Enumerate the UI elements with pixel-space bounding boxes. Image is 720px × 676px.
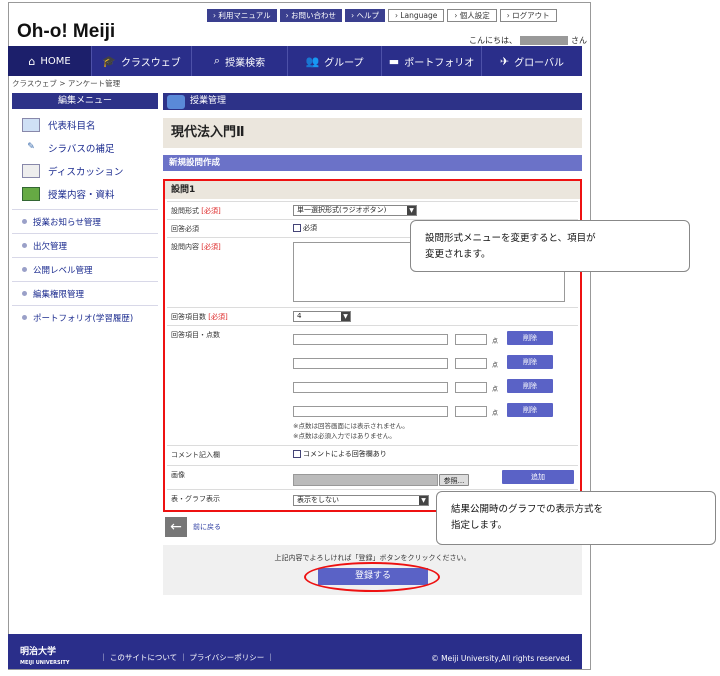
sidebar-item-syllabus[interactable]: ✎ シラバスの補足 (12, 136, 158, 159)
bullet-icon (22, 291, 27, 296)
settings-link[interactable]: › 個人設定 (447, 9, 497, 22)
image-row: 画像 参照... 追加 (167, 465, 578, 489)
username-redacted (520, 36, 568, 45)
group-icon: 👥 (305, 54, 320, 68)
nav-home[interactable]: ⌂ HOME (8, 46, 92, 76)
chevron-down-icon: ▼ (407, 206, 416, 215)
language-link[interactable]: › Language (387, 9, 445, 22)
back-link[interactable]: ← 前に戻る (165, 517, 221, 537)
comment-checkbox[interactable] (293, 450, 301, 458)
bullet-icon (22, 243, 27, 248)
arrow-left-icon: ← (165, 517, 187, 537)
delete-button-3[interactable]: 削除 (507, 379, 553, 393)
delete-button-1[interactable]: 削除 (507, 331, 553, 345)
sidebar-item-materials[interactable]: 授業内容・資料 (12, 182, 158, 205)
board-icon (22, 186, 40, 201)
format-callout: 設問形式メニューを変更すると、項目が 変更されます。 (410, 220, 690, 272)
nav-course-search[interactable]: ⌕ 授業検索 (192, 46, 288, 76)
logout-link[interactable]: › ログアウト (499, 9, 557, 22)
sidebar-item-attendance[interactable]: 出欠管理 (12, 233, 158, 257)
folder-icon: ▬ (388, 54, 400, 68)
item-2-points[interactable] (455, 358, 487, 369)
sidebar-item-visibility[interactable]: 公開レベル管理 (12, 257, 158, 281)
points-note-1: ※点数は回答画面には表示されません。 (293, 422, 409, 430)
breadcrumb[interactable]: クラスウェブ > アンケート管理 (12, 78, 120, 89)
comment-row: コメント記入欄 コメントによる回答欄あり (167, 445, 578, 465)
sidebar-item-portfolio[interactable]: ポートフォリオ(学習履歴) (12, 305, 158, 329)
sidebar-title: 編集メニュー (12, 93, 158, 109)
pencil-icon: ✎ (27, 141, 35, 152)
nav-group[interactable]: 👥 グループ (288, 46, 382, 76)
main-nav: ⌂ HOME 🎓 クラスウェブ ⌕ 授業検索 👥 グループ ▬ ポートフォリオ ✈ グローバ… (8, 46, 582, 76)
footer-links[interactable]: ｜ このサイトについて ｜ プライバシーポリシー ｜ (100, 652, 274, 663)
item-4-points[interactable] (455, 406, 487, 417)
top-links: › 利用マニュアル › お問い合わせ › ヘルプ › Language › 個人… (207, 9, 557, 22)
chevron-down-icon: ▼ (341, 312, 350, 321)
bullet-icon (22, 219, 27, 224)
copyright: © Meiji University,All rights reserved. (431, 654, 572, 663)
site-logo[interactable]: Oh-o! Meiji (17, 21, 115, 43)
item-3-input[interactable] (293, 382, 448, 393)
item-4-input[interactable] (293, 406, 448, 417)
item-1-points[interactable] (455, 334, 487, 345)
search-icon: ⌕ (213, 54, 221, 67)
question-label: 設問1 (165, 181, 580, 199)
sidebar: 編集メニュー 代表科目名 ✎ シラバスの補足 ディスカッション 授業内容・資料 授… (12, 93, 158, 329)
format-row: 設問形式 [必須] 単一選択形式(ラジオボタン) ▼ (167, 201, 578, 219)
bullet-icon (22, 315, 27, 320)
course-title: 現代法入門Ⅱ (163, 118, 582, 148)
graduation-cap-icon: 🎓 (102, 54, 116, 68)
sidebar-item-course-name[interactable]: 代表科目名 (12, 113, 158, 136)
delete-button-2[interactable]: 削除 (507, 355, 553, 369)
sidebar-item-notices[interactable]: 授業お知らせ管理 (12, 209, 158, 233)
help-link[interactable]: › ヘルプ (345, 9, 385, 22)
form-subtitle: 新規設問作成 (163, 155, 582, 171)
section-header: 授業管理 (163, 93, 582, 110)
chevron-down-icon: ▼ (419, 496, 428, 505)
item-3-points[interactable] (455, 382, 487, 393)
item-2-input[interactable] (293, 358, 448, 369)
main-content: 授業管理 現代法入門Ⅱ 新規設問作成 (163, 93, 582, 171)
items-row: 回答項目・点数 点 削除 点 削除 点 削除 点 削除 ※点数は回答画面には表示… (167, 325, 578, 445)
course-management-icon (167, 94, 185, 109)
image-file-input[interactable] (293, 474, 438, 486)
manual-link[interactable]: › 利用マニュアル (207, 9, 277, 22)
required-checkbox[interactable] (293, 224, 301, 232)
contact-link[interactable]: › お問い合わせ (279, 9, 343, 22)
footer: 明治大学 MEIJI UNIVERSITY ｜ このサイトについて ｜ プライバシ… (8, 634, 582, 669)
nav-classweb[interactable]: 🎓 クラスウェブ (92, 46, 192, 76)
item-1-input[interactable] (293, 334, 448, 345)
discussion-icon (22, 163, 40, 178)
browse-button[interactable]: 参照... (439, 474, 469, 486)
points-note-2: ※点数は必須入力ではありません。 (293, 432, 396, 440)
graph-callout: 結果公開時のグラフでの表示方式を 指定します。 (436, 491, 716, 545)
screen-icon (22, 117, 40, 132)
count-select[interactable]: 4 ▼ (293, 311, 351, 322)
university-logo: 明治大学 MEIJI UNIVERSITY (20, 647, 70, 666)
graph-select[interactable]: 表示をしない ▼ (293, 495, 429, 506)
bullet-icon (22, 267, 27, 272)
sidebar-item-permissions[interactable]: 編集権限管理 (12, 281, 158, 305)
greeting: こんにちは、 さん (469, 36, 587, 45)
highlight-oval (304, 562, 440, 592)
plane-icon: ✈ (499, 54, 510, 68)
add-button[interactable]: 追加 (502, 470, 574, 484)
nav-portfolio[interactable]: ▬ ポートフォリオ (382, 46, 482, 76)
nav-global[interactable]: ✈ グローバル (482, 46, 582, 76)
delete-button-4[interactable]: 削除 (507, 403, 553, 417)
count-row: 回答項目数 [必須] 4 ▼ (167, 307, 578, 325)
format-select[interactable]: 単一選択形式(ラジオボタン) ▼ (293, 205, 417, 216)
home-icon: ⌂ (28, 54, 36, 68)
sidebar-item-discussion[interactable]: ディスカッション (12, 159, 158, 182)
